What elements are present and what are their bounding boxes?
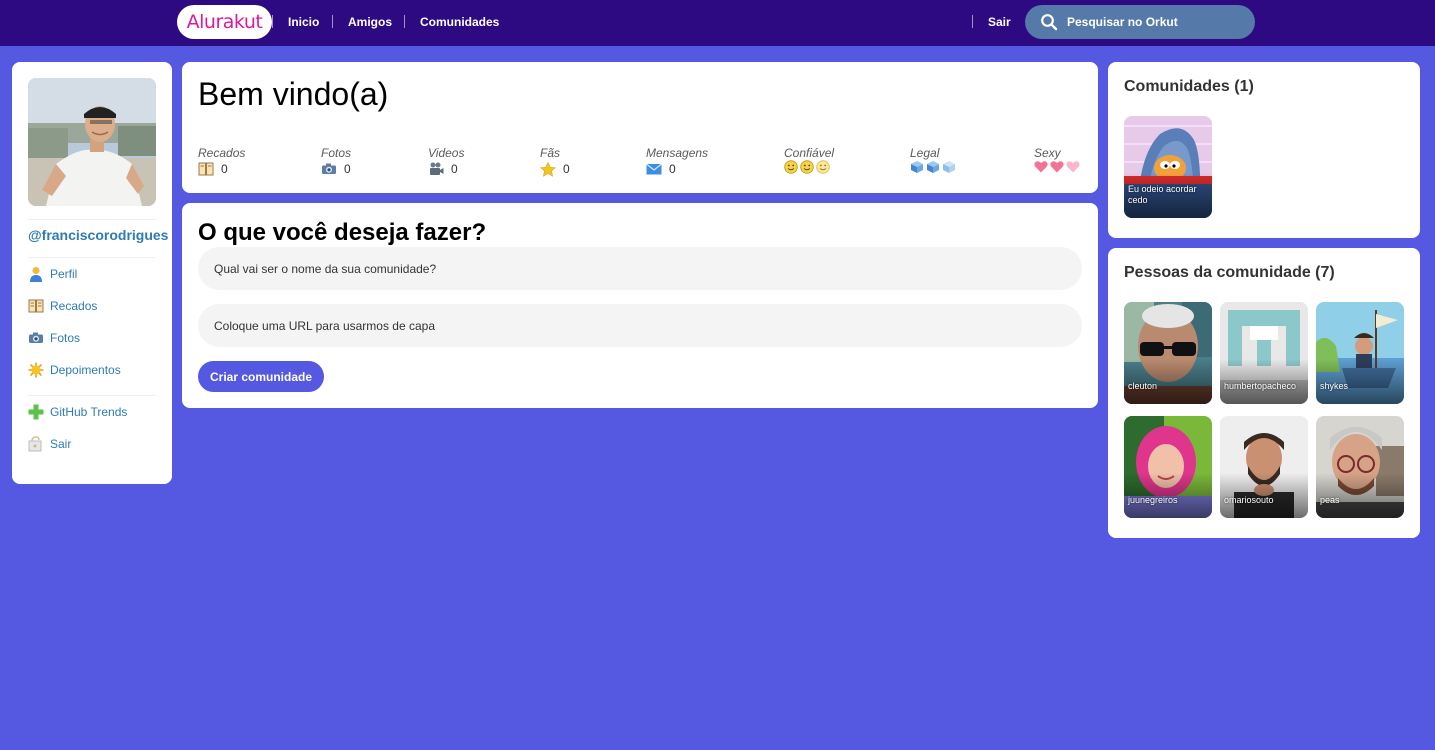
cube-icon (942, 160, 956, 179)
stat-fotos: Fotos 0 (321, 146, 351, 177)
cube-icon (926, 160, 940, 179)
stat-label: Fãs (540, 146, 561, 160)
stat-legal: Legal (910, 146, 958, 177)
sidebar-item-label: GitHub Trends (50, 405, 128, 419)
stat-value: 0 (669, 162, 676, 176)
logout-icon (28, 436, 44, 452)
community-tile[interactable]: Eu odeio acordar cedo (1124, 116, 1212, 218)
camera-icon (321, 162, 337, 176)
person-name: humbertopacheco (1224, 381, 1297, 391)
people-panel: Pessoas da comunidade (7) cleuton humber… (1108, 248, 1420, 538)
cube-icon (910, 160, 924, 179)
nav-separator (272, 15, 273, 28)
video-camera-icon (428, 162, 444, 176)
divider (28, 257, 156, 258)
sidebar-item-label: Recados (50, 299, 98, 313)
person-tile[interactable]: shykes (1316, 302, 1404, 404)
sidebar-item-label: Perfil (50, 267, 78, 281)
heart-icon (1034, 160, 1048, 178)
stat-value: 0 (451, 162, 458, 176)
sidebar-item-fotos[interactable]: Fotos (28, 329, 156, 347)
nav-separator (404, 15, 405, 28)
alurakut-logo[interactable]: Alurakut (177, 5, 272, 39)
stat-value: 0 (344, 162, 351, 176)
smile-icon (784, 159, 798, 179)
smile-icon (816, 159, 830, 179)
person-name: peas (1320, 495, 1340, 505)
stat-label: Confiável (784, 146, 835, 160)
stat-label: Sexy (1034, 146, 1061, 160)
logout-link[interactable]: Sair (988, 14, 1011, 30)
create-community-panel: O que você deseja fazer? Qual vai ser o … (182, 203, 1098, 408)
search-input[interactable]: Pesquisar no Orkut (1025, 5, 1255, 39)
sidebar-item-sair[interactable]: Sair (28, 435, 156, 453)
book-icon (198, 162, 214, 176)
stat-label: Legal (910, 146, 940, 160)
plus-icon (28, 404, 44, 420)
sidebar-item-perfil[interactable]: Perfil (28, 265, 156, 283)
stat-label: Fotos (321, 146, 352, 160)
sidebar-item-github-trends[interactable]: GitHub Trends (28, 403, 156, 421)
search-icon (1041, 14, 1058, 31)
sun-icon (28, 362, 44, 378)
people-title: Pessoas da comunidade (7) (1124, 264, 1335, 281)
person-tile[interactable]: humbertopacheco (1220, 302, 1308, 404)
stat-fas: Fãs 0 (540, 146, 570, 177)
divider (28, 219, 156, 220)
nav-separator (332, 15, 333, 28)
form-title: O que você deseja fazer? (198, 219, 487, 246)
person-name: cleuton (1128, 381, 1158, 391)
stat-recados: Recados 0 (198, 146, 245, 177)
nav-link-inicio[interactable]: Inicio (288, 14, 319, 30)
divider (28, 395, 156, 396)
user-icon (28, 266, 44, 282)
person-tile[interactable]: juunegreiros (1124, 416, 1212, 518)
sidebar-item-label: Fotos (50, 331, 81, 345)
stat-label: Videos (428, 146, 465, 160)
person-name: juunegreiros (1128, 495, 1178, 505)
create-community-button[interactable]: Criar comunidade (198, 361, 325, 392)
stat-value: 0 (563, 162, 570, 176)
star-icon (540, 161, 556, 177)
person-tile[interactable]: cleuton (1124, 302, 1212, 404)
book-icon (28, 298, 44, 314)
person-name: shykes (1320, 381, 1349, 391)
stat-mensagens: Mensagens 0 (646, 146, 708, 177)
sidebar-item-depoimentos[interactable]: Depoimentos (28, 361, 156, 379)
communities-title: Comunidades (1) (1124, 78, 1254, 95)
top-navigation-bar: Alurakut Inicio Amigos Comunidades Sair … (0, 0, 1435, 46)
sidebar-item-recados[interactable]: Recados (28, 297, 156, 315)
person-tile[interactable]: peas (1316, 416, 1404, 518)
person-name: omariosouto (1224, 495, 1274, 505)
nav-link-amigos[interactable]: Amigos (348, 14, 392, 30)
heart-icon (1066, 160, 1080, 178)
search-placeholder: Pesquisar no Orkut (1067, 15, 1178, 29)
stat-sexy: Sexy (1034, 146, 1082, 177)
community-cover-url-input[interactable]: Coloque uma URL para usarmos de capa (198, 304, 1082, 347)
welcome-title: Bem vindo(a) (198, 76, 389, 112)
camera-icon (28, 330, 44, 346)
welcome-panel: Bem vindo(a) Recados 0 Fotos 0 Videos 0 … (182, 62, 1098, 193)
stat-confiavel: Confiável (784, 146, 834, 177)
profile-username[interactable]: @franciscorodrigues (28, 227, 168, 243)
stat-label: Mensagens (646, 146, 709, 160)
heart-icon (1050, 160, 1064, 178)
nav-link-comunidades[interactable]: Comunidades (420, 14, 499, 30)
profile-sidebar: @franciscorodrigues Perfil Recados Fotos… (12, 62, 172, 484)
community-name: Eu odeio acordar cedo (1128, 184, 1197, 205)
communities-panel: Comunidades (1) Eu odeio acordar cedo (1108, 62, 1420, 238)
stat-videos: Videos 0 (428, 146, 464, 177)
stat-label: Recados (198, 146, 246, 160)
person-tile[interactable]: omariosouto (1220, 416, 1308, 518)
sidebar-item-label: Depoimentos (50, 363, 121, 377)
envelope-icon (646, 162, 662, 176)
smile-icon (800, 159, 814, 179)
nav-separator (972, 15, 973, 28)
stat-value: 0 (221, 162, 228, 176)
avatar[interactable] (28, 78, 156, 206)
sidebar-item-label: Sair (50, 437, 72, 451)
community-name-input[interactable]: Qual vai ser o nome da sua comunidade? (198, 247, 1082, 290)
